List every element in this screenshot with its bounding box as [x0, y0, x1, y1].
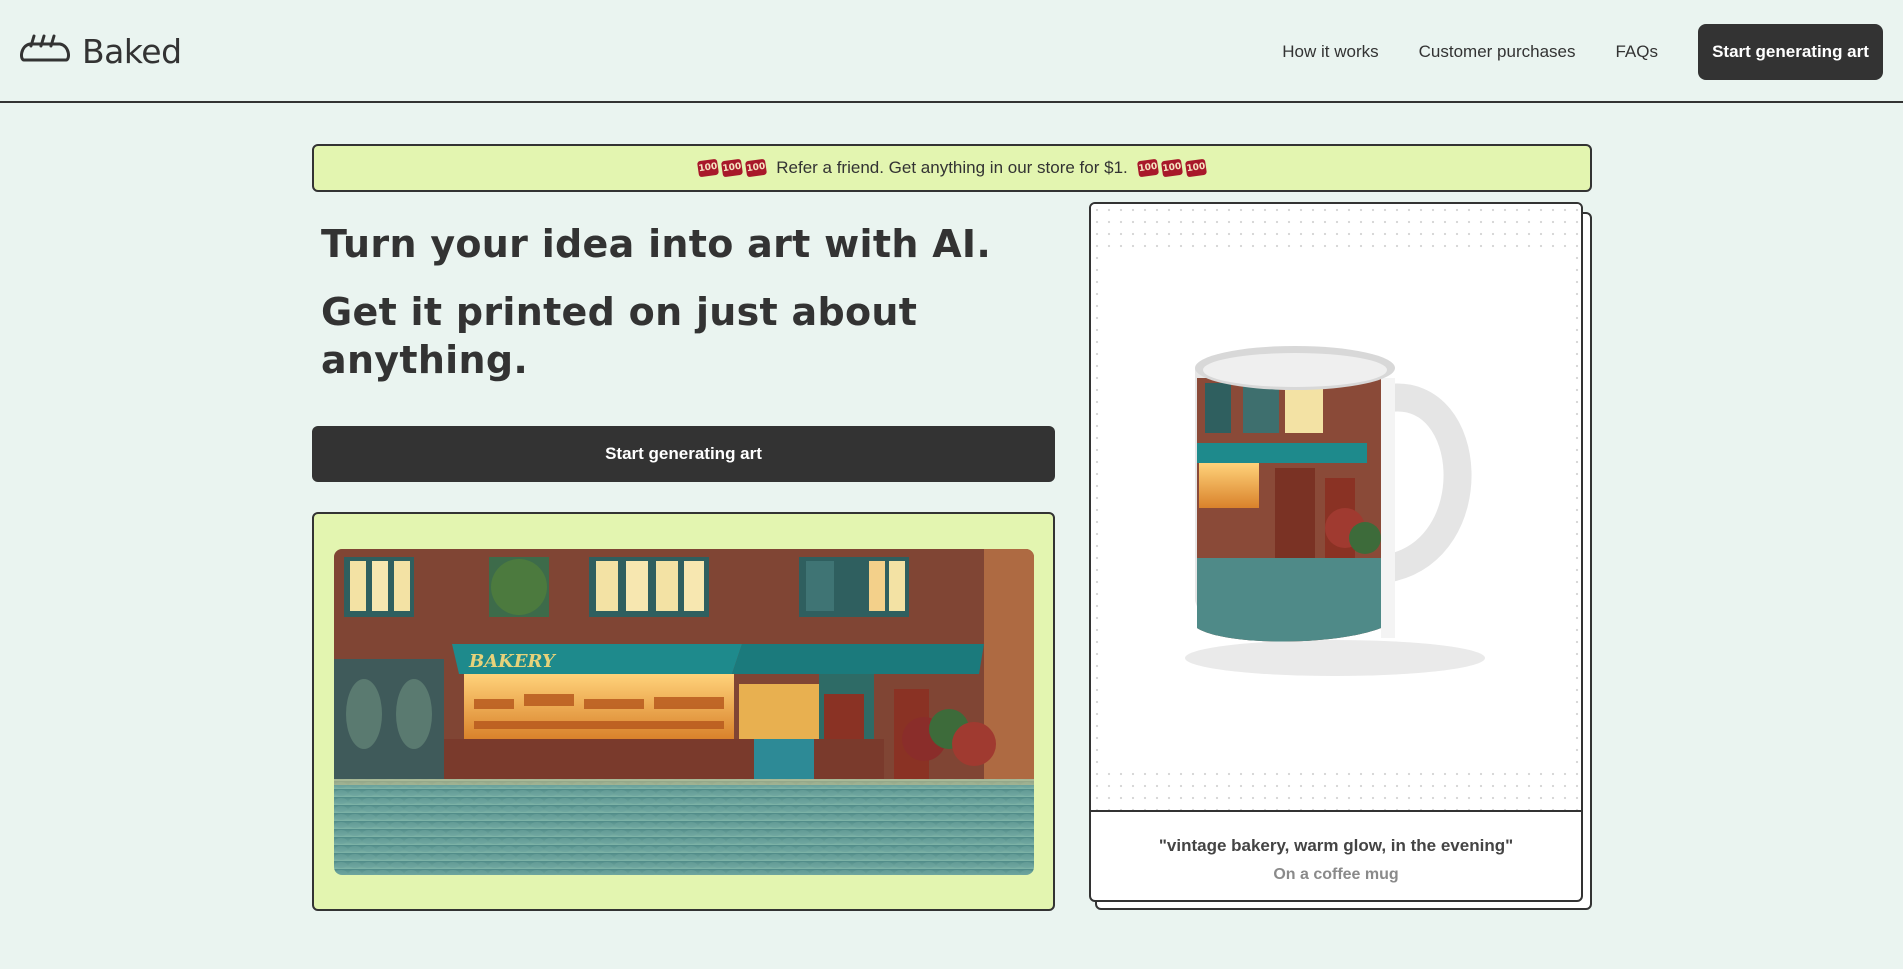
referral-banner[interactable]: 100 100 100 Refer a friend. Get anything…	[312, 144, 1592, 192]
hundred-points-emoji: 100	[697, 158, 720, 178]
nav-customer-purchases[interactable]: Customer purchases	[1419, 42, 1576, 62]
main-nav: How it works Customer purchases FAQs Sta…	[1282, 0, 1903, 103]
nav-how-it-works[interactable]: How it works	[1282, 42, 1378, 62]
site-header: Baked How it works Customer purchases FA…	[0, 0, 1903, 103]
hundred-points-emoji: 100	[1136, 158, 1159, 178]
product-card[interactable]: "vintage bakery, warm glow, in the eveni…	[1089, 202, 1583, 902]
product-type-label: On a coffee mug	[1273, 866, 1399, 883]
brand-name: Baked	[82, 32, 182, 71]
nav-faqs[interactable]: FAQs	[1615, 42, 1658, 62]
hundred-points-emoji: 100	[1184, 158, 1207, 178]
logo[interactable]: Baked	[20, 32, 182, 71]
hundred-points-emoji: 100	[721, 158, 744, 178]
start-generating-button[interactable]: Start generating art	[312, 426, 1055, 482]
header-start-generating-button[interactable]: Start generating art	[1698, 23, 1883, 80]
hero-headline: Turn your idea into art with AI.	[321, 222, 992, 266]
bread-icon	[20, 34, 70, 69]
product-preview-area	[1091, 204, 1581, 812]
hundred-points-emoji-group-right: 100 100 100	[1136, 158, 1207, 178]
hundred-points-emoji-group-left: 100 100 100	[697, 158, 768, 178]
product-caption: "vintage bakery, warm glow, in the eveni…	[1091, 820, 1581, 884]
art-prompt: "vintage bakery, warm glow, in the eveni…	[1158, 836, 1514, 855]
awning-sign-text: BAKERY	[468, 651, 557, 672]
referral-text: Refer a friend. Get anything in our stor…	[776, 158, 1128, 177]
hero-subheadline: Get it printed on just about anything.	[321, 290, 918, 382]
hundred-points-emoji: 100	[1160, 158, 1183, 178]
coffee-mug-image	[1105, 248, 1567, 768]
hundred-points-emoji: 100	[745, 158, 768, 178]
showcase-card: BAKERY	[312, 512, 1055, 911]
vintage-bakery-image: BAKERY	[334, 549, 1034, 875]
